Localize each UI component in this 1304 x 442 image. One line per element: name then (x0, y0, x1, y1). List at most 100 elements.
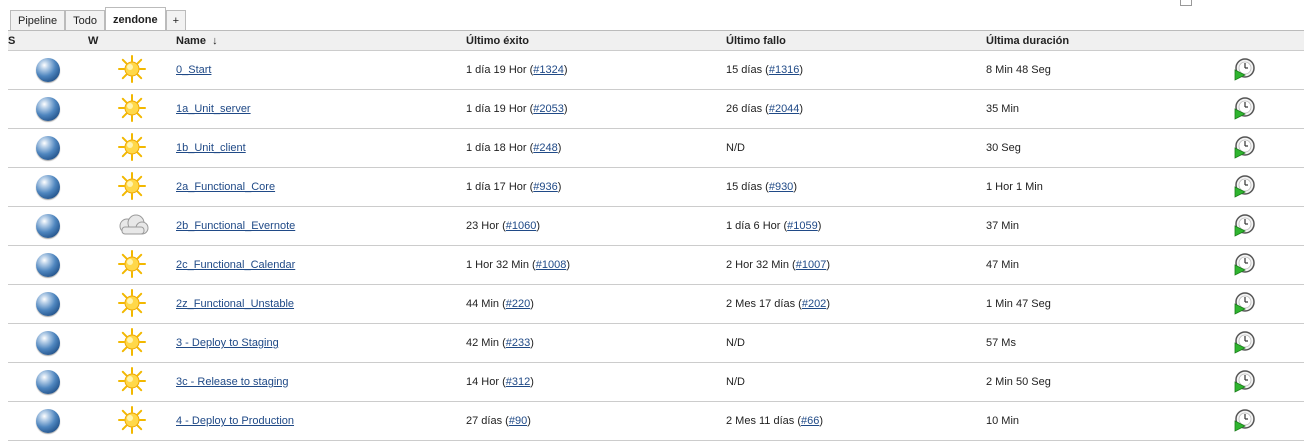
column-header-weather[interactable]: W (88, 30, 176, 51)
last-failure-build-link[interactable]: #1059 (787, 220, 818, 232)
last-failure-age: 26 días (726, 103, 763, 115)
column-header-name-label: Name (176, 34, 206, 47)
schedule-build-icon[interactable] (1233, 174, 1257, 201)
sunny-icon (117, 405, 147, 438)
tab-pipeline[interactable]: Pipeline (10, 10, 66, 30)
last-failure-build-link[interactable]: #66 (801, 415, 819, 427)
last-success-build-link[interactable]: #233 (506, 337, 530, 349)
add-view-tab[interactable]: + (165, 10, 187, 30)
blue-ball-icon[interactable] (36, 214, 60, 238)
job-name-link[interactable]: 2a_Functional_Core (176, 181, 275, 193)
last-failure-na: N/D (726, 337, 745, 349)
actions-cell (1223, 89, 1304, 129)
weather-cell (88, 167, 176, 207)
last-failure-age: 2 Hor 32 Min (726, 259, 789, 271)
last-success-age: 44 Min (466, 298, 500, 310)
name-cell: 1a_Unit_server (176, 89, 466, 129)
job-name-link[interactable]: 2z_Functional_Unstable (176, 298, 294, 310)
last-failure-build-link[interactable]: #1007 (796, 259, 827, 271)
last-success-build-link[interactable]: #1060 (506, 220, 537, 232)
last-success-build-link[interactable]: #2053 (533, 103, 564, 115)
column-header-name[interactable]: Name ↓ (176, 30, 466, 51)
last-success-age: 42 Min (466, 337, 500, 349)
last-success-cell: 23 Hor (#1060) (466, 206, 726, 246)
last-duration-cell: 10 Min (986, 401, 1223, 441)
last-success-build-link[interactable]: #312 (506, 376, 530, 388)
last-success-build-link[interactable]: #220 (506, 298, 530, 310)
last-success-cell: 1 día 19 Hor (#1324) (466, 50, 726, 90)
last-success-build-link[interactable]: #90 (509, 415, 527, 427)
last-success-build-link[interactable]: #1008 (536, 259, 567, 271)
last-failure-na: N/D (726, 376, 745, 388)
last-failure-build-link[interactable]: #202 (802, 298, 826, 310)
last-success-age: 27 días (466, 415, 503, 427)
schedule-build-icon[interactable] (1233, 252, 1257, 279)
last-duration-cell: 37 Min (986, 206, 1223, 246)
jobs-table: S W Name ↓ Último éxito Último fallo Últ… (8, 30, 1304, 441)
job-name-link[interactable]: 1a_Unit_server (176, 103, 251, 115)
blue-ball-icon[interactable] (36, 370, 60, 394)
last-failure-cell: 2 Mes 17 días (#202) (726, 284, 986, 324)
job-name-link[interactable]: 0_Start (176, 64, 211, 76)
last-failure-build-link[interactable]: #930 (769, 181, 793, 193)
schedule-build-icon[interactable] (1233, 408, 1257, 435)
column-header-status[interactable]: S (8, 30, 88, 51)
job-name-link[interactable]: 3 - Deploy to Staging (176, 337, 279, 349)
blue-ball-icon[interactable] (36, 136, 60, 160)
status-cell (8, 128, 88, 168)
last-success-age: 1 Hor 32 Min (466, 259, 529, 271)
schedule-build-icon[interactable] (1233, 57, 1257, 84)
sunny-icon (117, 54, 147, 87)
schedule-build-icon[interactable] (1233, 291, 1257, 318)
job-name-link[interactable]: 4 - Deploy to Production (176, 415, 294, 427)
schedule-build-icon[interactable] (1233, 369, 1257, 396)
last-duration-cell: 47 Min (986, 245, 1223, 285)
table-row: 3 - Deploy to Staging 42 Min (#233) N/D 57 … (8, 323, 1304, 363)
last-success-build-link[interactable]: #936 (533, 181, 557, 193)
status-cell (8, 206, 88, 246)
job-name-link[interactable]: 1b_Unit_client (176, 142, 246, 154)
last-failure-cell: 1 día 6 Hor (#1059) (726, 206, 986, 246)
last-success-build-link[interactable]: #1324 (533, 64, 564, 76)
last-success-build-link[interactable]: #248 (533, 142, 557, 154)
blue-ball-icon[interactable] (36, 409, 60, 433)
blue-ball-icon[interactable] (36, 175, 60, 199)
schedule-build-icon[interactable] (1233, 135, 1257, 162)
weather-cell (88, 206, 176, 246)
schedule-build-icon[interactable] (1233, 330, 1257, 357)
last-failure-build-link[interactable]: #2044 (769, 103, 800, 115)
blue-ball-icon[interactable] (36, 253, 60, 277)
column-header-last-failure[interactable]: Último fallo (726, 30, 986, 51)
blue-ball-icon[interactable] (36, 97, 60, 121)
status-cell (8, 284, 88, 324)
job-name-link[interactable]: 3c - Release to staging (176, 376, 289, 388)
table-row: 2a_Functional_Core 1 día 17 Hor (#936) 15 … (8, 167, 1304, 207)
actions-cell (1223, 323, 1304, 363)
job-name-link[interactable]: 2b_Functional_Evernote (176, 220, 295, 232)
actions-cell (1223, 284, 1304, 324)
blue-ball-icon[interactable] (36, 58, 60, 82)
last-duration-cell: 2 Min 50 Seg (986, 362, 1223, 402)
last-failure-age: 15 días (726, 181, 763, 193)
last-duration-cell: 57 Ms (986, 323, 1223, 363)
column-header-last-duration[interactable]: Última duración (986, 30, 1223, 51)
blue-ball-icon[interactable] (36, 331, 60, 355)
schedule-build-icon[interactable] (1233, 213, 1257, 240)
weather-cell (88, 362, 176, 402)
last-failure-cell: 15 días (#1316) (726, 50, 986, 90)
status-cell (8, 401, 88, 441)
schedule-build-icon[interactable] (1233, 96, 1257, 123)
corner-checkbox[interactable] (1180, 0, 1192, 6)
name-cell: 4 - Deploy to Production (176, 401, 466, 441)
weather-cell (88, 284, 176, 324)
tab-todo[interactable]: Todo (65, 10, 105, 30)
tab-zendone[interactable]: zendone (105, 7, 166, 31)
blue-ball-icon[interactable] (36, 292, 60, 316)
column-header-last-success[interactable]: Último éxito (466, 30, 726, 51)
last-failure-cell: N/D (726, 362, 986, 402)
last-failure-cell: N/D (726, 128, 986, 168)
last-failure-age: 2 Mes 17 días (726, 298, 796, 310)
job-name-link[interactable]: 2c_Functional_Calendar (176, 259, 295, 271)
actions-cell (1223, 128, 1304, 168)
last-failure-build-link[interactable]: #1316 (769, 64, 800, 76)
